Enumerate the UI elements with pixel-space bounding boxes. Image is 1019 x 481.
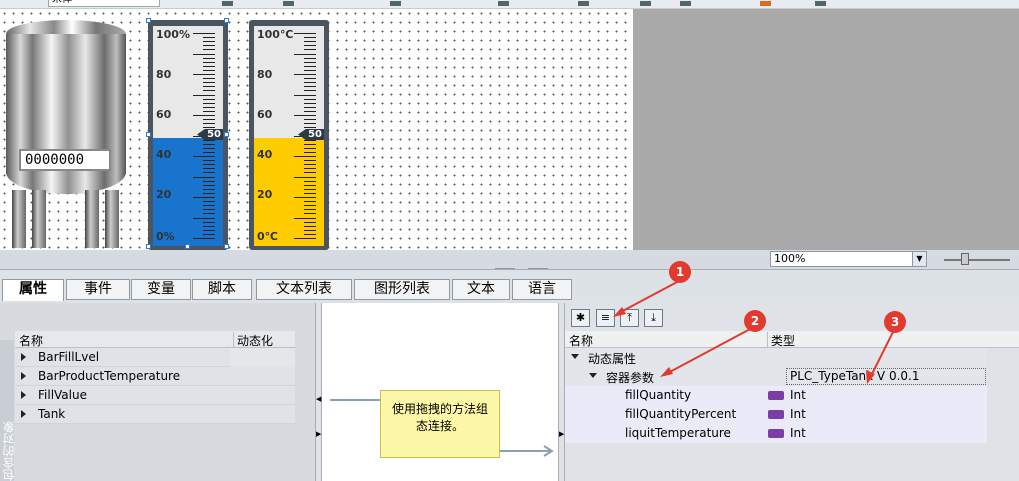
callout-arrowhead-1 bbox=[613, 307, 626, 317]
callout-arrow-1 bbox=[616, 280, 680, 315]
callout-marker: 1 bbox=[669, 261, 691, 283]
callout-marker: 3 bbox=[884, 311, 906, 333]
callout-marker: 2 bbox=[744, 310, 766, 332]
callout-arrowhead-2 bbox=[660, 367, 673, 377]
callout-arrow-2 bbox=[665, 327, 753, 375]
callout-arrow-3 bbox=[869, 329, 895, 379]
annotation-arrows bbox=[613, 280, 895, 384]
